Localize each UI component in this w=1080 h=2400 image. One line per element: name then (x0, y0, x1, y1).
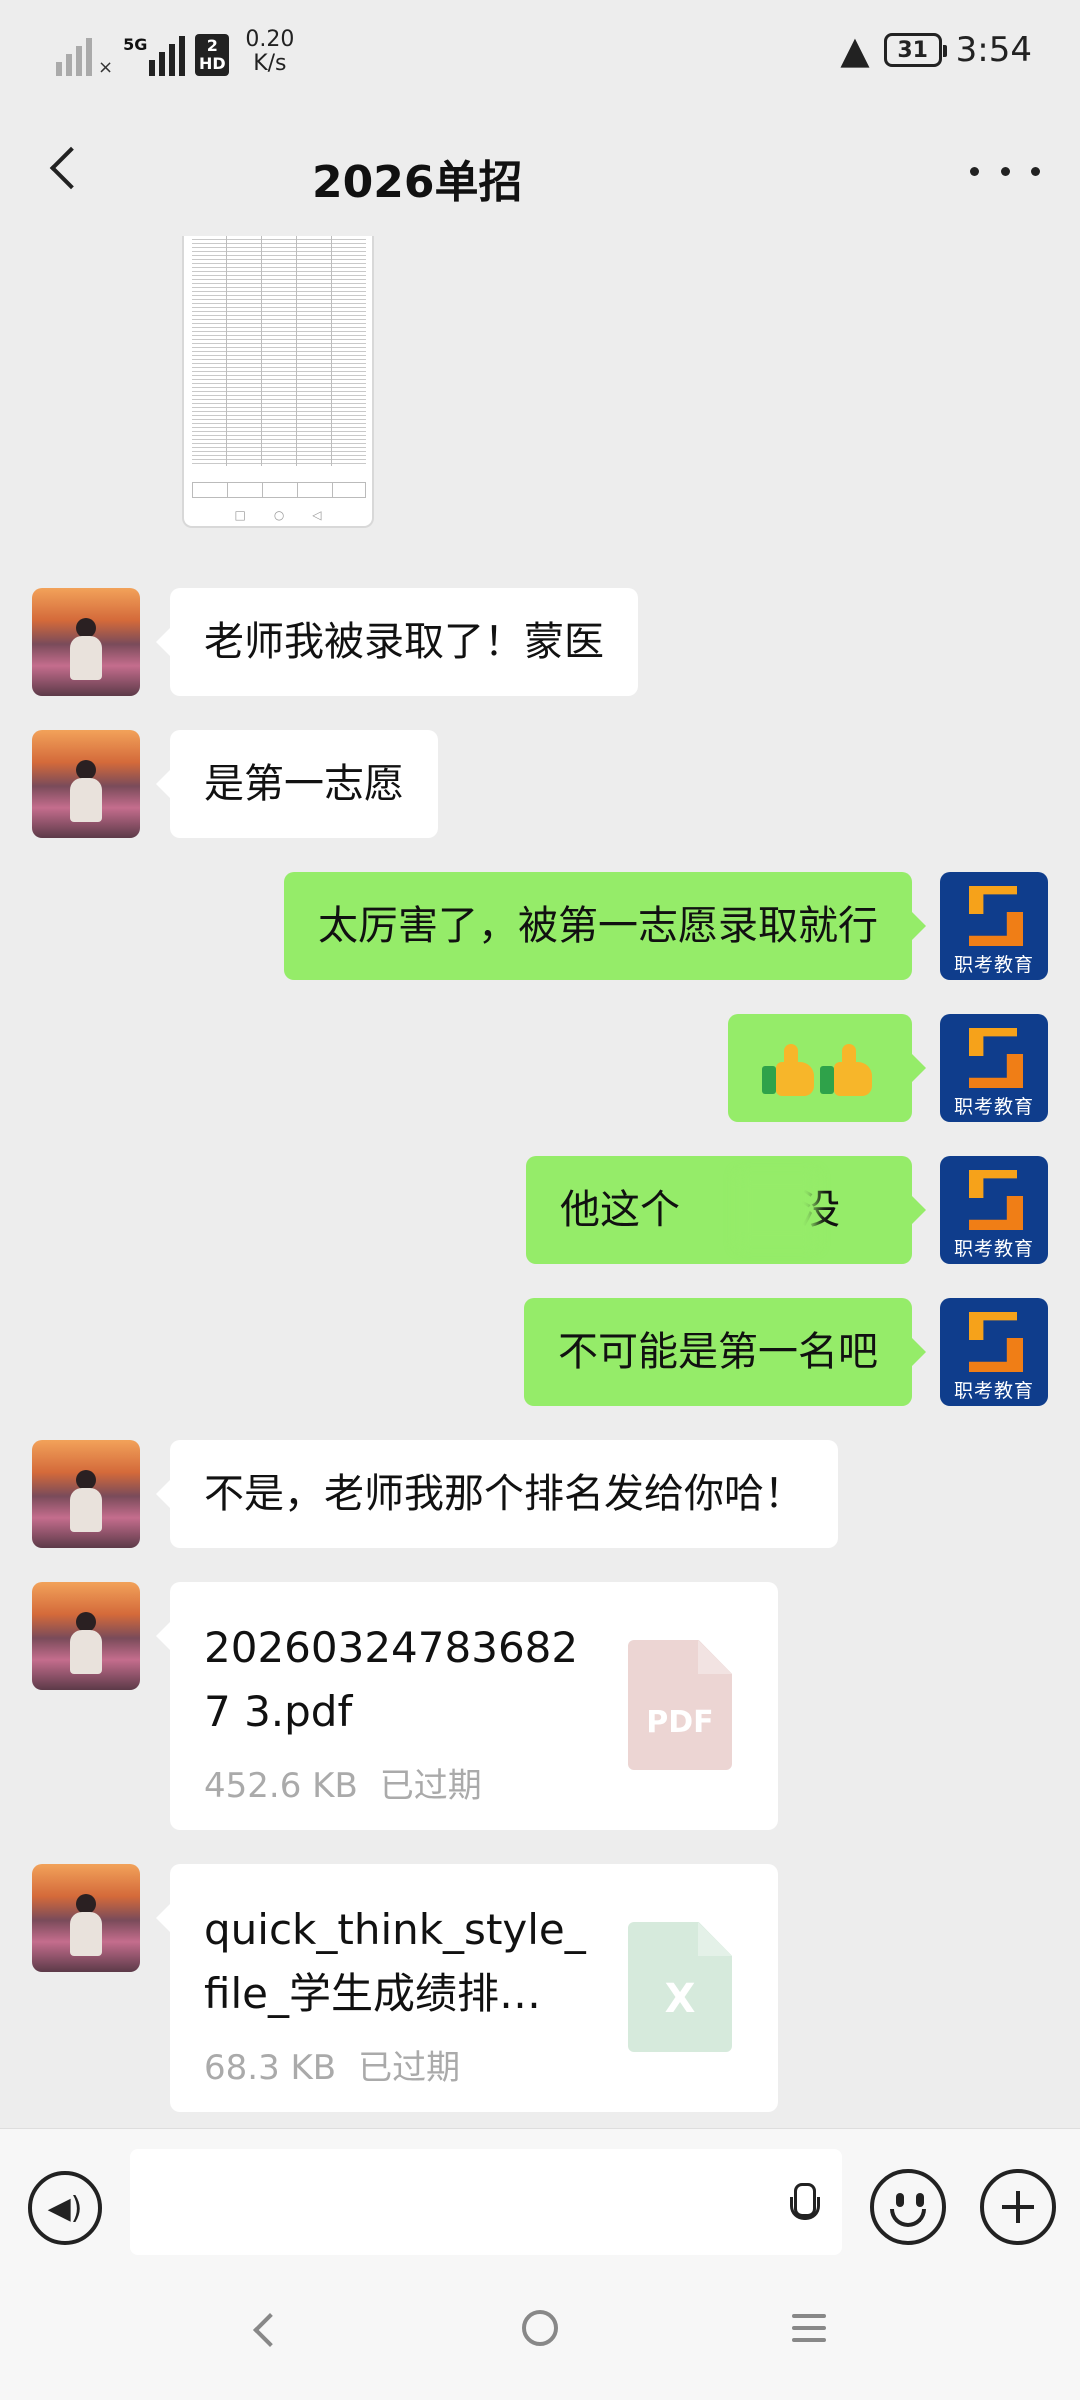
chat-title: 2026单招 (312, 157, 523, 208)
outgoing-message[interactable]: 不可能是第一名吧 (524, 1298, 926, 1406)
no-signal-x-icon: × (98, 57, 114, 78)
status-bar: × 5G 2 HD 0.20 K/s ▲ 31 3:54 (0, 0, 1080, 110)
navigation-arrow-icon: ▲ (840, 28, 870, 72)
logo-text: 职考教育 (953, 1238, 1034, 1260)
signal-weak-icon (56, 32, 92, 76)
my-avatar[interactable]: 职考教育 (940, 1298, 1048, 1406)
chat-header: 2026单招 (0, 110, 1080, 238)
speed-value: 0.20 (245, 27, 295, 52)
file-message-pdf[interactable]: 202603247836827 3.pdf 452.6 KB 已过期 PDF (156, 1582, 778, 1830)
more-options-button[interactable] (970, 146, 1040, 196)
system-navigation-bar (0, 2264, 1080, 2400)
status-right: ▲ 31 3:54 (840, 30, 1032, 70)
file-status: 已过期 (379, 1766, 482, 1806)
contact-avatar[interactable] (32, 1440, 140, 1548)
incoming-message[interactable]: 不是，老师我那个排名发给你哈！ (156, 1440, 838, 1548)
logo-mark-icon (963, 1170, 1025, 1230)
battery-icon: 31 (883, 33, 947, 67)
outgoing-emoji-message[interactable] (728, 1014, 926, 1122)
blur-redaction (738, 1174, 816, 1246)
network-type-label: 5G (123, 35, 148, 54)
spreadsheet-footer (192, 482, 366, 498)
file-status: 已过期 (358, 2048, 461, 2088)
hd-volte-icon: 2 HD (195, 34, 230, 76)
my-avatar[interactable]: 职考教育 (940, 872, 1048, 980)
contact-avatar[interactable] (32, 1864, 140, 1972)
clock: 3:54 (955, 30, 1032, 70)
emoji-button[interactable] (870, 2169, 946, 2245)
hd-label: HD (199, 54, 226, 73)
pdf-file-icon: PDF (628, 1640, 732, 1770)
file-meta: 452.6 KB 已过期 (204, 1758, 482, 1807)
system-back-icon[interactable] (253, 2313, 287, 2347)
my-avatar[interactable]: 职考教育 (940, 1014, 1048, 1122)
voice-input-button[interactable]: ◀) (28, 2171, 102, 2245)
chat-input-bar: ◀) (0, 2128, 1080, 2264)
spreadsheet-preview (192, 236, 366, 466)
status-left: × 5G 2 HD 0.20 K/s (56, 28, 294, 78)
system-recents-icon[interactable] (792, 2314, 826, 2342)
file-name-line-1: quick_think_style_ (204, 1905, 586, 1954)
logo-text: 职考教育 (953, 1380, 1034, 1402)
image-nav-bar: □ ○ ◁ (234, 508, 322, 522)
sim-slot-label: 2 (206, 36, 218, 55)
outgoing-message[interactable]: 太厉害了，被第一志愿录取就行 (284, 872, 926, 980)
image-message[interactable]: □ ○ ◁ (182, 236, 374, 528)
signal-strong-icon (149, 32, 186, 76)
battery-level: 31 (897, 37, 928, 63)
system-home-icon[interactable] (522, 2310, 558, 2346)
file-size: 452.6 KB (204, 1766, 358, 1806)
network-speed: 0.20 K/s (245, 28, 294, 76)
message-input[interactable] (130, 2149, 842, 2255)
file-name: 202603247836827 3.pdf (204, 1623, 579, 1736)
file-meta: 68.3 KB 已过期 (204, 2040, 460, 2089)
back-button[interactable] (36, 138, 96, 198)
logo-mark-icon (963, 1028, 1025, 1088)
excel-file-icon: X (628, 1922, 732, 2052)
my-avatar[interactable]: 职考教育 (940, 1156, 1048, 1264)
contact-avatar[interactable] (32, 1582, 140, 1690)
contact-avatar[interactable] (32, 730, 140, 838)
file-name: quick_think_style_ file_学生成绩排… (204, 1898, 594, 2026)
file-message-excel[interactable]: quick_think_style_ file_学生成绩排… 68.3 KB 已过… (156, 1864, 778, 2112)
thumbs-up-icon (820, 1042, 876, 1098)
file-size: 68.3 KB (204, 2048, 337, 2088)
speed-unit: K/s (253, 51, 287, 76)
logo-mark-icon (963, 1312, 1025, 1372)
incoming-message[interactable]: 老师我被录取了！蒙医 (156, 588, 638, 696)
microphone-icon[interactable] (790, 2183, 820, 2223)
logo-text: 职考教育 (953, 954, 1034, 976)
logo-mark-icon (963, 886, 1025, 946)
contact-avatar[interactable] (32, 588, 140, 696)
logo-text: 职考教育 (953, 1096, 1034, 1118)
more-actions-button[interactable] (980, 2169, 1056, 2245)
outgoing-message[interactable]: 他这个 有没 (526, 1156, 926, 1264)
file-name-line-2: file_学生成绩排… (204, 1969, 541, 2018)
incoming-message[interactable]: 是第一志愿 (156, 730, 438, 838)
thumbs-up-icon (762, 1042, 818, 1098)
